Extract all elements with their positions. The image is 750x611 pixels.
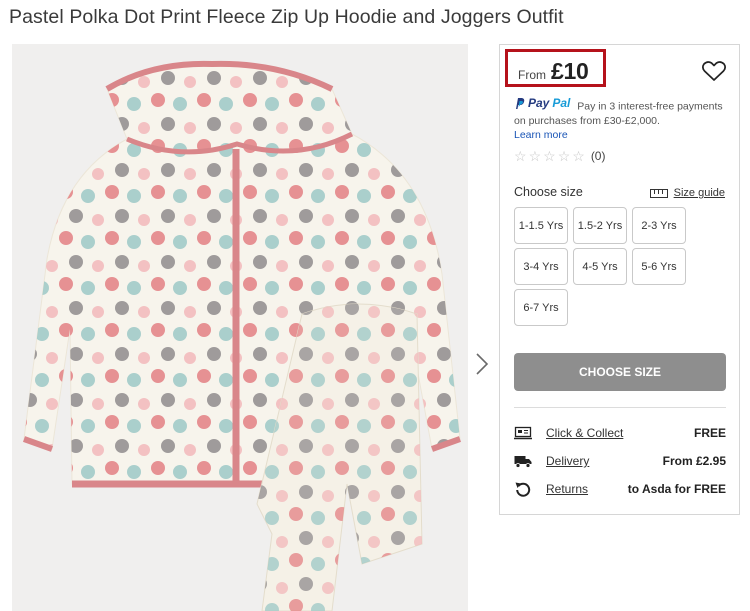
product-title: Pastel Polka Dot Print Fleece Zip Up Hoo… bbox=[9, 6, 564, 28]
fulfilment-returns: Returns to Asda for FREE bbox=[514, 479, 726, 499]
delivery-truck-icon bbox=[514, 452, 532, 470]
product-image[interactable] bbox=[12, 44, 468, 611]
divider bbox=[514, 407, 726, 408]
paypal-learn-more-link[interactable]: Learn more bbox=[514, 128, 568, 142]
star-icon: ☆ bbox=[557, 148, 571, 164]
outfit-illustration bbox=[22, 60, 462, 611]
size-option[interactable]: 3-4 Yrs bbox=[514, 248, 568, 285]
purchase-panel: From £10 Pay Pal Pay in 3 interest-free p… bbox=[499, 44, 740, 515]
ruler-icon bbox=[649, 188, 668, 198]
returns-link[interactable]: Returns bbox=[546, 482, 628, 496]
delivery-value: From £2.95 bbox=[662, 454, 726, 468]
paypal-promo: Pay Pal Pay in 3 interest-free payments o… bbox=[514, 96, 736, 142]
size-guide-label: Size guide bbox=[673, 187, 725, 199]
paypal-p-icon bbox=[516, 97, 525, 109]
choose-size-label: Choose size bbox=[514, 185, 583, 199]
size-options: 1-1.5 Yrs 1.5-2 Yrs 2-3 Yrs 3-4 Yrs 4-5 … bbox=[514, 207, 689, 326]
delivery-link[interactable]: Delivery bbox=[546, 454, 663, 468]
star-icon: ☆ bbox=[543, 148, 556, 164]
size-option[interactable]: 4-5 Yrs bbox=[573, 248, 627, 285]
click-collect-value: FREE bbox=[693, 426, 726, 440]
returns-icon bbox=[514, 480, 532, 498]
rating[interactable]: ☆ ☆ ☆ ☆ ☆ (0) bbox=[514, 149, 605, 163]
fulfilment-click-collect: Click & Collect FREE bbox=[514, 423, 726, 443]
wishlist-heart-icon[interactable] bbox=[701, 60, 727, 82]
price-value: £10 bbox=[551, 58, 589, 84]
returns-value: to Asda for FREE bbox=[627, 482, 726, 496]
paypal-logo: Pay Pal bbox=[514, 96, 570, 110]
review-count: (0) bbox=[590, 149, 606, 163]
size-option[interactable]: 1.5-2 Yrs bbox=[573, 207, 627, 244]
paypal-pay: Pay bbox=[528, 96, 550, 110]
star-icon: ☆ bbox=[528, 148, 542, 164]
click-collect-icon bbox=[514, 424, 532, 442]
size-option[interactable]: 5-6 Yrs bbox=[632, 248, 686, 285]
size-option[interactable]: 2-3 Yrs bbox=[632, 207, 686, 244]
next-image-arrow-icon[interactable] bbox=[474, 352, 490, 376]
size-option[interactable]: 1-1.5 Yrs bbox=[514, 207, 568, 244]
click-collect-link[interactable]: Click & Collect bbox=[546, 426, 694, 440]
size-option[interactable]: 6-7 Yrs bbox=[514, 289, 568, 326]
price-prefix: From bbox=[518, 68, 546, 82]
fulfilment-delivery: Delivery From £2.95 bbox=[514, 451, 726, 471]
price-highlight: From £10 bbox=[505, 49, 606, 87]
paypal-pal: Pal bbox=[552, 96, 571, 110]
star-icon: ☆ bbox=[572, 148, 585, 164]
size-guide-link[interactable]: Size guide bbox=[649, 187, 725, 199]
star-icon: ☆ bbox=[514, 148, 527, 164]
choose-size-button[interactable]: CHOOSE SIZE bbox=[514, 353, 726, 391]
